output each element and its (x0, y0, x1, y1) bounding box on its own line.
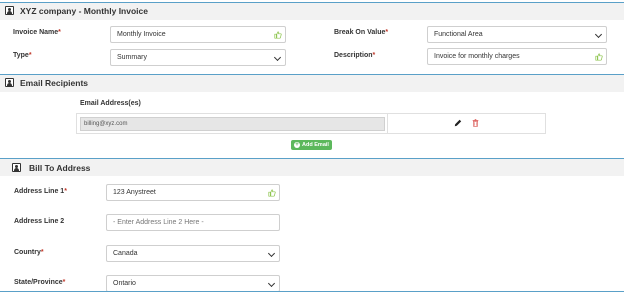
type-label: Type* (13, 52, 32, 59)
address-line-2-field[interactable]: - Enter Address Line 2 Here - (106, 214, 280, 231)
chevron-down-icon (267, 249, 276, 258)
chevron-down-icon (267, 279, 276, 288)
address-line-1-field[interactable]: 123 Anystreet (106, 184, 280, 201)
invoice-section-title: XYZ company - Monthly Invoice (20, 6, 148, 16)
address-line-2-placeholder: - Enter Address Line 2 Here - (113, 219, 204, 226)
email-section-header (0, 74, 624, 92)
contact-card-icon (5, 6, 14, 15)
country-value: Canada (113, 250, 138, 257)
address-line-2-label: Address Line 2 (14, 218, 65, 225)
email-actions-cell (387, 113, 546, 134)
thumbs-up-icon (274, 31, 282, 39)
type-value: Summary (117, 54, 147, 61)
plus-icon: + (294, 142, 301, 148)
contact-card-icon (12, 163, 21, 172)
description-field[interactable]: Invoice for monthly charges (427, 48, 607, 65)
chevron-down-icon (273, 53, 282, 62)
state-province-label: State/Province* (14, 279, 66, 286)
thumbs-up-icon (595, 53, 603, 61)
type-select[interactable]: Summary (110, 49, 286, 66)
invoice-name-field[interactable]: Monthly Invoice (110, 26, 286, 43)
state-province-value: Ontario (113, 280, 136, 287)
break-on-value-value: Functional Area (434, 31, 483, 38)
description-value: Invoice for monthly charges (434, 53, 520, 60)
state-province-select[interactable]: Ontario (106, 275, 280, 292)
email-section-title: Email Recipients (20, 78, 89, 88)
country-label: Country* (14, 249, 44, 256)
invoice-name-label: Invoice Name* (13, 29, 61, 36)
trash-delete-icon[interactable] (472, 119, 479, 127)
bill-section-title: Bill To Address (29, 163, 91, 173)
add-email-label: Add Email (302, 142, 329, 148)
thumbs-up-icon (268, 189, 276, 197)
break-on-value-select[interactable]: Functional Area (427, 26, 607, 43)
email-address-cell: billing@xyz.com (80, 117, 385, 131)
pencil-edit-icon[interactable] (454, 119, 462, 127)
invoice-name-value: Monthly Invoice (117, 31, 166, 38)
bill-section-header (0, 158, 624, 176)
email-column-header: Email Address(es) (80, 100, 141, 107)
chevron-down-icon (594, 30, 603, 39)
address-line-1-label: Address Line 1* (14, 188, 67, 195)
break-on-value-label: Break On Value* (334, 29, 389, 36)
country-select[interactable]: Canada (106, 245, 280, 262)
contact-card-icon (5, 78, 14, 87)
add-email-button[interactable]: + Add Email (291, 140, 332, 150)
address-line-1-value: 123 Anystreet (113, 189, 156, 196)
description-label: Description* (334, 52, 376, 59)
